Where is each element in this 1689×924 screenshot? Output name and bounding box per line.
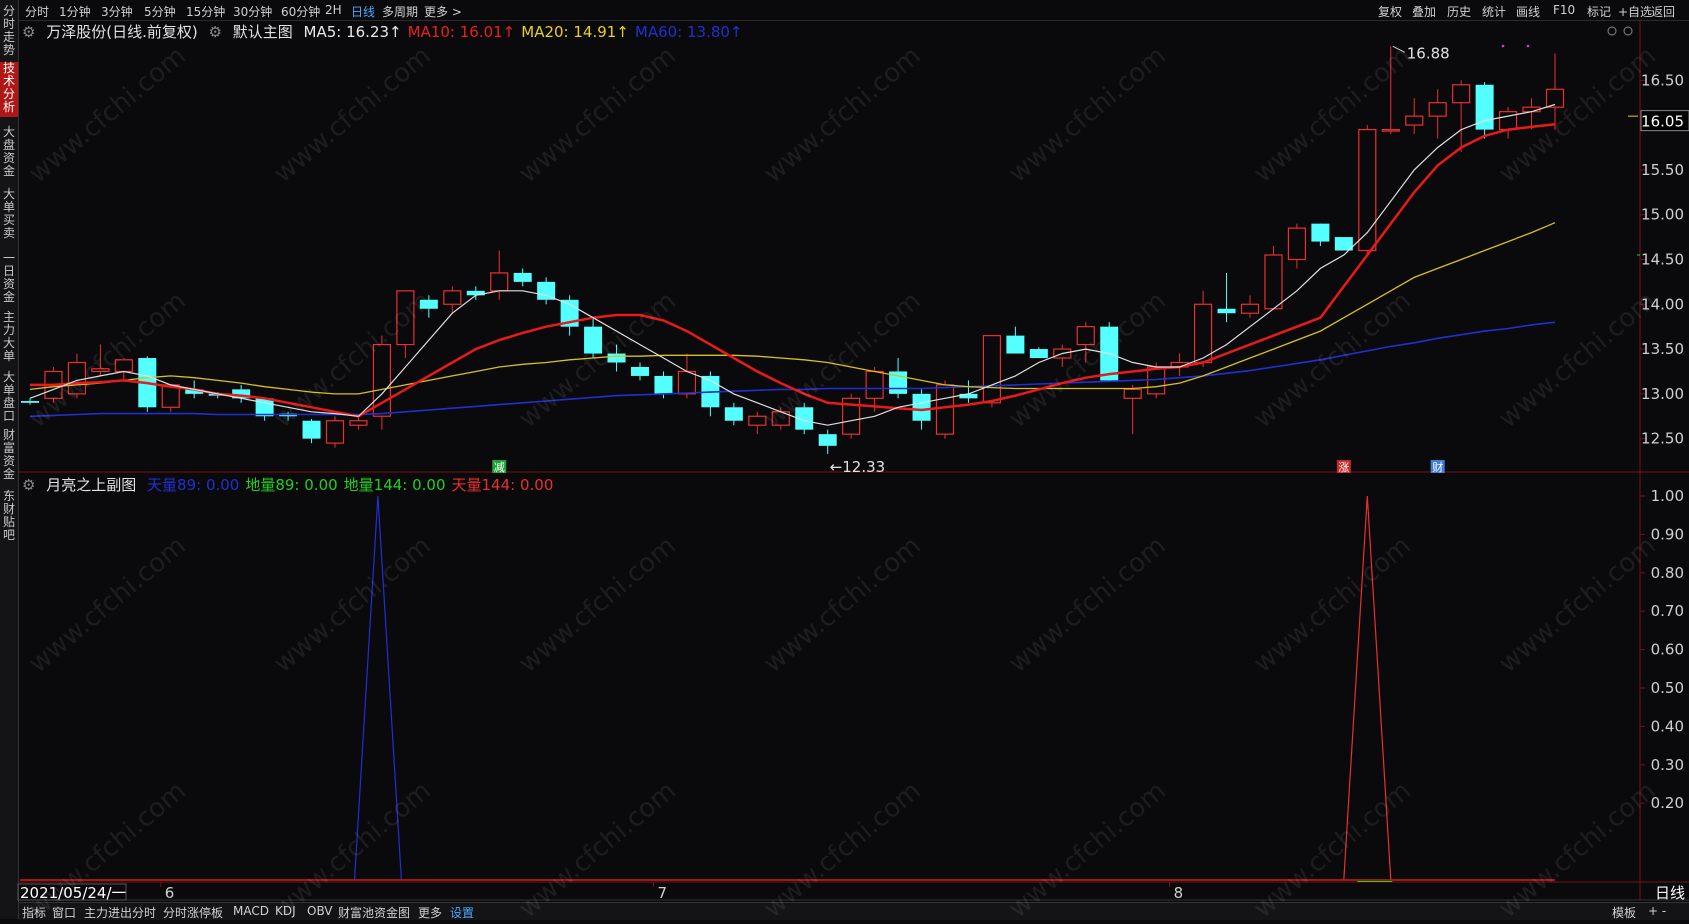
spike-line-tianliang89 (353, 495, 402, 881)
bottom-tab[interactable]: 指标 (22, 904, 46, 921)
candle-body[interactable] (419, 299, 438, 309)
bottom-tab-bar: 指标 窗口 主力进出分时 分时涨停板 MACD KDJ OBV 财富池资金图 更多 设置 模板 + - (19, 902, 1689, 920)
candle-body[interactable] (584, 326, 603, 354)
high-price-label: 16.88 (1407, 44, 1450, 62)
event-dot (1501, 44, 1505, 48)
event-marker-label: 减 (494, 461, 505, 474)
bottom-tab[interactable]: OBV (307, 904, 333, 918)
candle-body[interactable] (325, 420, 345, 444)
y-tick-label: 15.50 (1641, 161, 1684, 179)
candle-body[interactable] (1381, 128, 1400, 132)
candle-body[interactable] (1123, 388, 1142, 399)
candle-body[interactable] (490, 272, 509, 292)
bottom-tab[interactable]: 财富池资金图 (338, 904, 410, 921)
sub-y-tick-label: 0.50 (1651, 679, 1684, 697)
candle-body[interactable] (935, 384, 955, 435)
y-tick-label: 16.50 (1641, 71, 1684, 89)
y-tick-label: 14.50 (1641, 250, 1684, 268)
y-tick-label: 14.00 (1641, 295, 1684, 313)
y-tick-label: 13.00 (1641, 385, 1684, 403)
current-price-label: 16.05 (1641, 113, 1684, 131)
bottom-tab[interactable]: 设置 (450, 904, 474, 921)
candle-body[interactable] (443, 290, 462, 305)
candle-body[interactable] (724, 407, 743, 421)
bottom-tab[interactable]: 主力进出分时 (84, 904, 156, 921)
sub-y-tick-label: 0.90 (1651, 525, 1684, 543)
sub-y-tick-label: 0.80 (1651, 564, 1684, 582)
y-tick-label: 15.00 (1641, 206, 1684, 224)
sub-y-tick-label: 0.70 (1651, 602, 1684, 620)
candle-body[interactable] (631, 366, 649, 376)
x-tick-label: 6 (165, 884, 175, 902)
candle-body[interactable] (748, 415, 767, 426)
candle-body[interactable] (865, 370, 884, 399)
candle-body[interactable] (654, 375, 673, 394)
candle-body[interactable] (1076, 326, 1095, 346)
spike-line-tianliang144 (1343, 495, 1392, 881)
candle-body[interactable] (982, 335, 1002, 404)
date-label: 2021/05/24/一 (20, 884, 127, 902)
ma-line-ma10 (30, 122, 1556, 418)
candle-body[interactable] (1452, 84, 1471, 104)
candle-body[interactable] (21, 401, 39, 403)
sub-y-tick-label: 0.20 (1651, 794, 1684, 812)
candle-body[interactable] (1029, 349, 1048, 359)
candle-body[interactable] (1498, 111, 1518, 131)
candle-body[interactable] (1006, 335, 1025, 354)
candle-body[interactable] (912, 393, 931, 421)
diamond-icon[interactable] (1607, 26, 1617, 36)
candle-body[interactable] (1287, 227, 1307, 261)
x-tick-label: 7 (657, 884, 667, 902)
sub-y-tick-label: 0.40 (1651, 717, 1684, 735)
candle-body[interactable] (114, 359, 133, 373)
low-price-label: ←12.33 (830, 458, 886, 476)
bottom-tab[interactable]: KDJ (275, 904, 296, 918)
candle-body[interactable] (67, 361, 87, 395)
chart-area[interactable]: 12.5013.0013.5014.0014.5015.0015.5016.00… (0, 0, 1689, 919)
candle-body[interactable] (1193, 303, 1213, 364)
bottom-tab[interactable]: 窗口 (52, 904, 76, 921)
x-tick-label: 8 (1174, 884, 1184, 902)
candle-body[interactable] (1264, 254, 1283, 310)
candle-body[interactable] (1405, 115, 1424, 126)
candle-body[interactable] (91, 368, 110, 373)
sub-y-tick-label: 1.00 (1651, 487, 1684, 505)
sub-y-tick-label: 0.60 (1651, 641, 1684, 659)
bottom-tab[interactable]: 更多 (418, 904, 442, 921)
zoom-buttons[interactable]: + - (1648, 904, 1666, 918)
ma-line-ma5 (29, 103, 1556, 426)
candle-body[interactable] (1428, 102, 1447, 117)
candle-body[interactable] (1217, 308, 1236, 314)
circle-icon[interactable] (1623, 26, 1633, 36)
event-marker-label: 涨 (1338, 461, 1349, 474)
y-tick-label: 12.50 (1641, 430, 1684, 448)
event-marker-label: 财 (1432, 460, 1443, 474)
candle-body[interactable] (677, 370, 697, 395)
bottom-tab[interactable]: MACD (233, 904, 269, 918)
candle-body[interactable] (349, 420, 368, 426)
candle-body[interactable] (1240, 303, 1260, 314)
candle-body[interactable] (818, 434, 837, 446)
candle-body[interactable] (1311, 223, 1330, 242)
bottom-tab[interactable]: 分时涨停板 (163, 904, 223, 921)
sub-y-tick-label: 0.30 (1651, 756, 1684, 774)
y-tick-label: 13.50 (1641, 340, 1684, 358)
candle-body[interactable] (396, 290, 415, 346)
candle-body[interactable] (513, 272, 532, 282)
high-arrow (1392, 45, 1405, 53)
period-indicator: 日线 (1655, 884, 1685, 902)
candle-body[interactable] (607, 353, 626, 363)
event-dot (1526, 44, 1530, 48)
template-button[interactable]: 模板 (1612, 904, 1636, 921)
candle-body[interactable] (302, 420, 321, 439)
